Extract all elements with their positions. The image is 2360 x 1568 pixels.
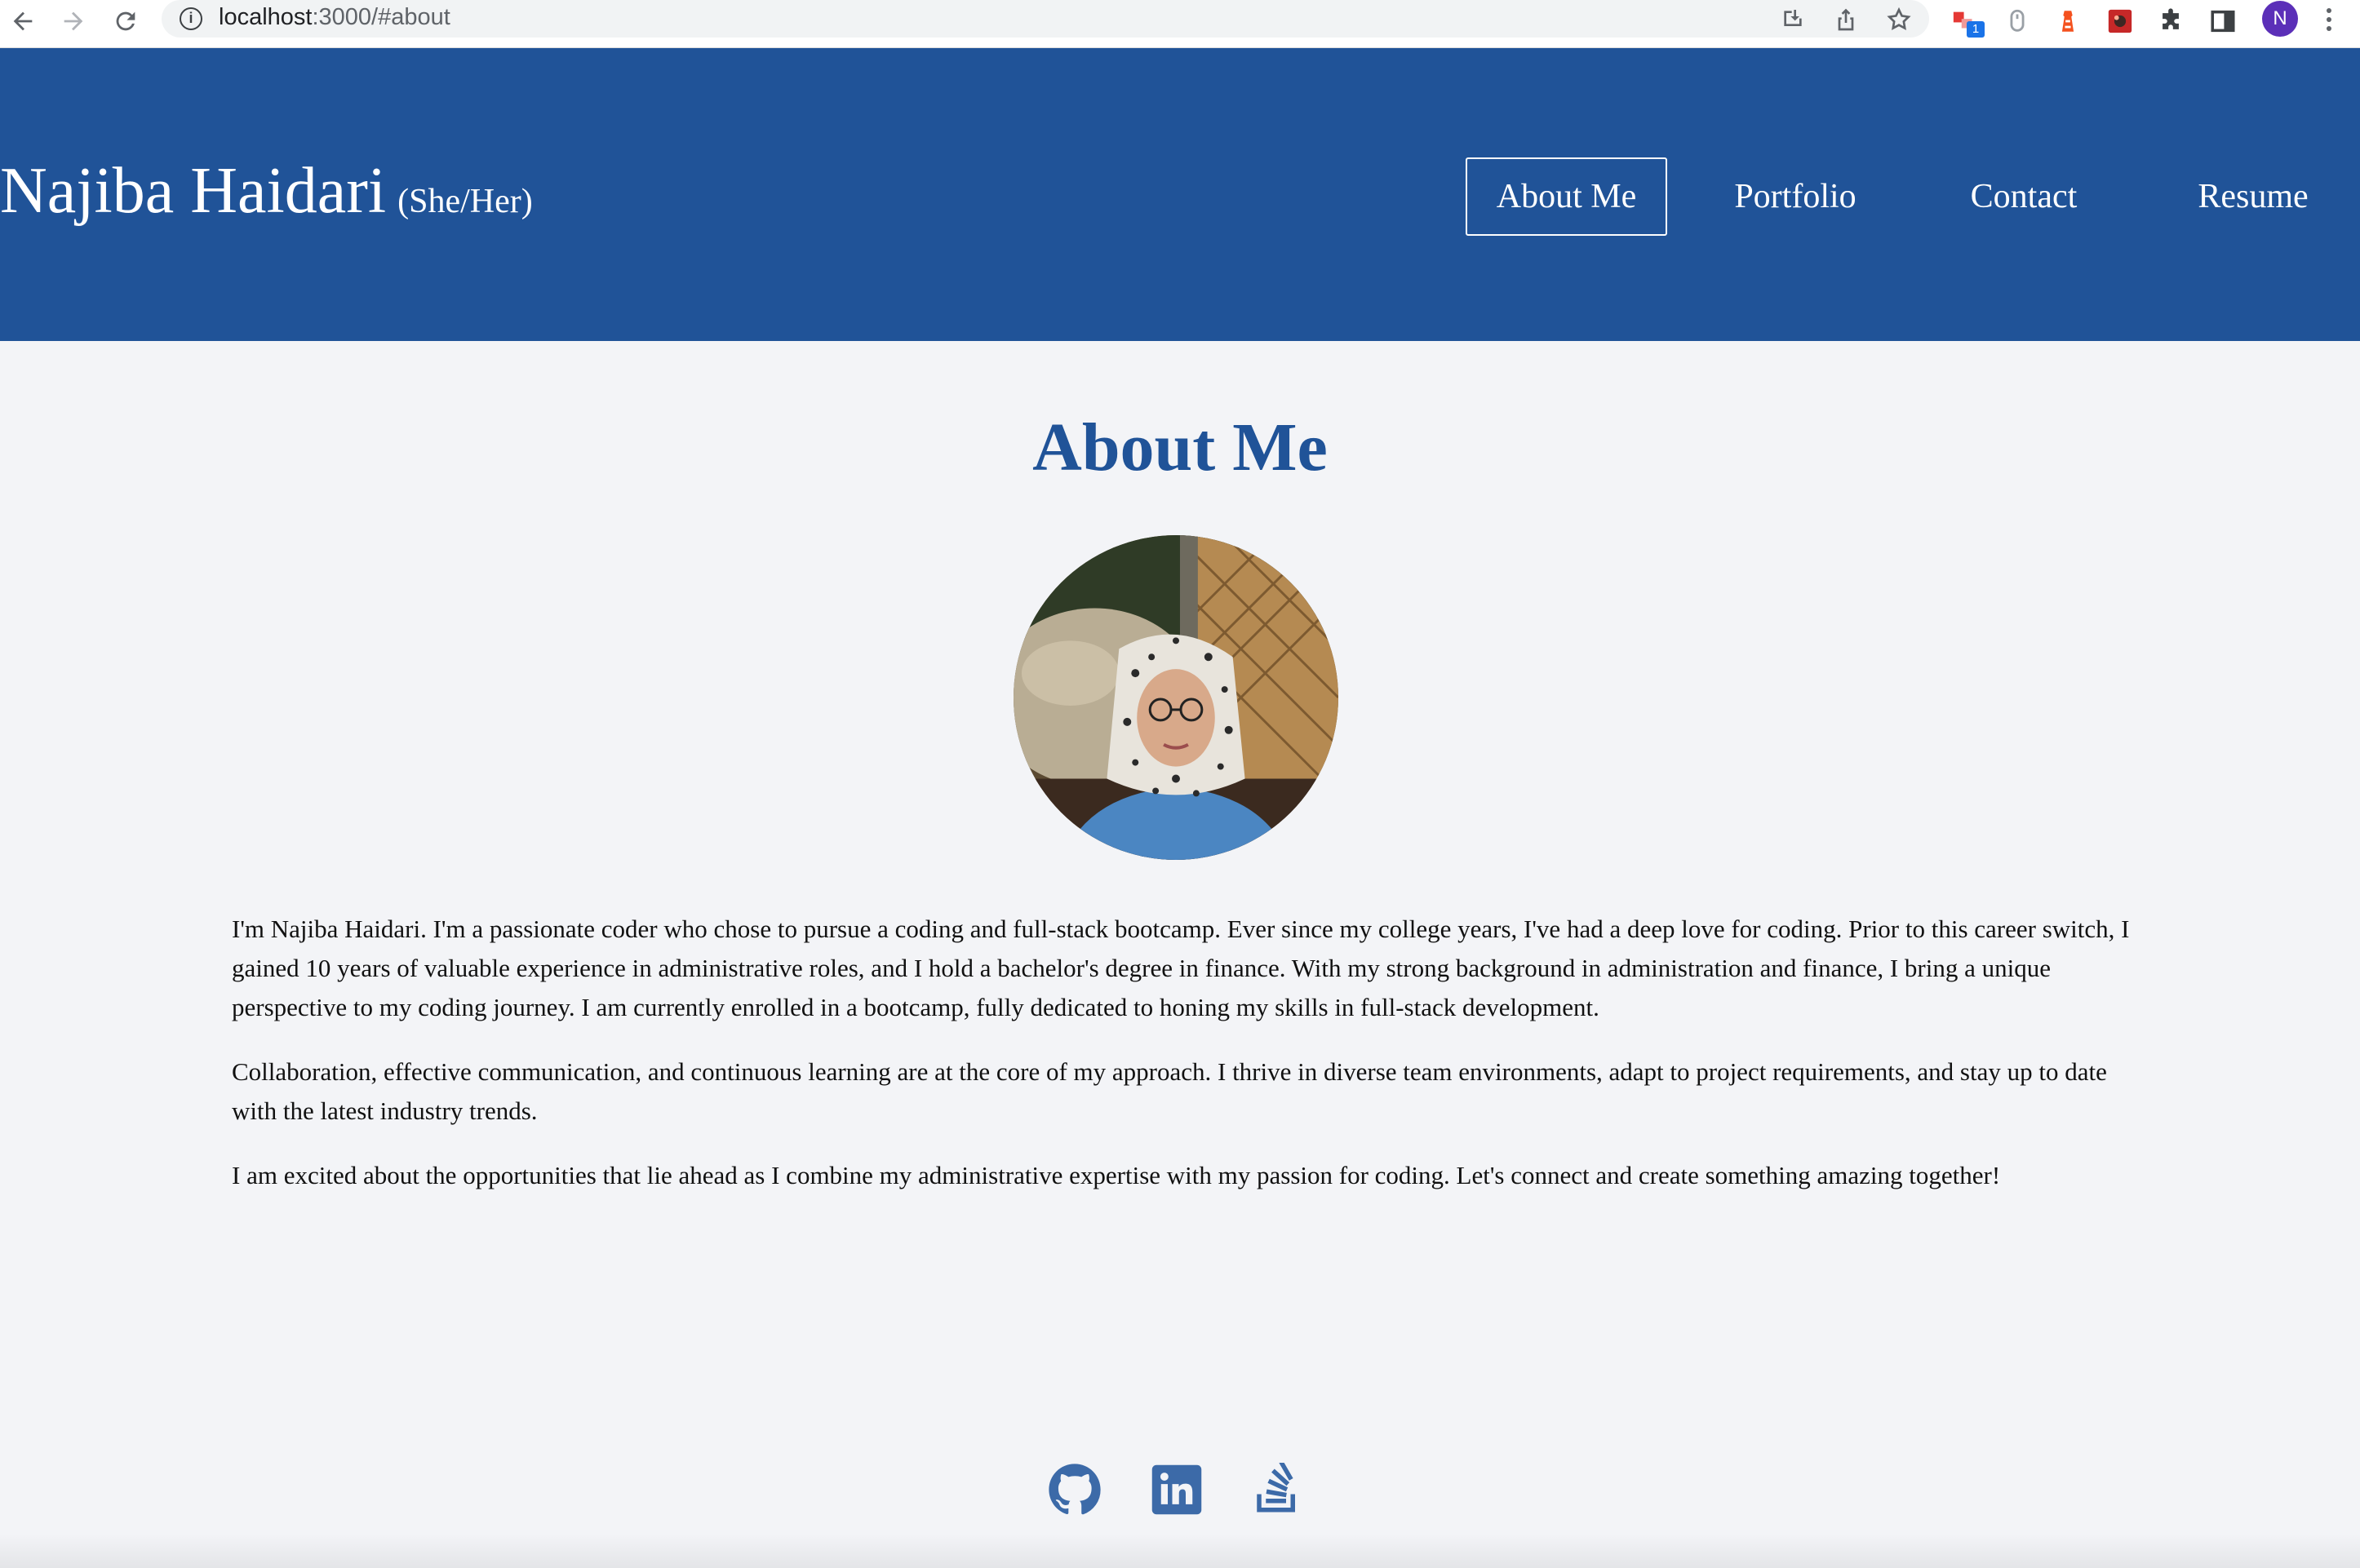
nav-portfolio[interactable]: Portfolio — [1719, 157, 1872, 236]
linkedin-icon[interactable] — [1150, 1463, 1204, 1517]
browser-menu-icon[interactable] — [2314, 3, 2344, 36]
extension-badge: 1 — [1967, 21, 1985, 38]
share-icon[interactable] — [1830, 3, 1862, 36]
bio-paragraph: I am excited about the opportunities tha… — [232, 1161, 2001, 1189]
stackoverflow-icon[interactable] — [1250, 1463, 1304, 1517]
puzzle-icon[interactable] — [2153, 3, 2189, 39]
address-bar[interactable]: i localhost:3000/#about — [162, 0, 1929, 38]
about-heading: About Me — [1032, 410, 1328, 485]
bottom-shadow — [0, 1534, 2360, 1568]
github-icon[interactable] — [1048, 1463, 1102, 1517]
forward-icon[interactable] — [55, 3, 91, 39]
about-bio: I'm Najiba Haidari. I'm a passionate cod… — [232, 910, 2133, 1220]
nav-contact[interactable]: Contact — [1952, 157, 2096, 236]
browser-toolbar: i localhost:3000/#about 1 N — [0, 0, 2360, 48]
bio-paragraph: I'm Najiba Haidari. I'm a passionate cod… — [232, 915, 2130, 1021]
nav-resume[interactable]: Resume — [2180, 157, 2326, 236]
site-name: Najiba Haidari — [0, 155, 387, 227]
lighthouse-icon[interactable] — [2050, 3, 2086, 39]
devtools-extension-icon[interactable] — [2102, 3, 2138, 39]
mouse-extension-icon[interactable] — [1999, 3, 2035, 39]
install-icon[interactable] — [1777, 3, 1809, 36]
reload-icon[interactable] — [108, 3, 144, 39]
bio-paragraph: Collaboration, effective communication, … — [232, 1057, 2107, 1125]
profile-photo — [1014, 535, 1338, 860]
bookmark-star-icon[interactable] — [1883, 3, 1915, 36]
url-text: localhost:3000/#about — [219, 4, 450, 30]
pronouns: (She/Her) — [397, 183, 533, 220]
profile-avatar[interactable]: N — [2262, 1, 2298, 37]
nav-about-me[interactable]: About Me — [1466, 157, 1667, 236]
extension-icon[interactable]: 1 — [1947, 3, 1985, 39]
back-icon[interactable] — [5, 3, 41, 39]
side-panel-icon[interactable] — [2205, 3, 2241, 39]
site-header: Najiba Haidari (She/Her) About Me Portfol… — [0, 48, 2360, 341]
site-brand[interactable]: Najiba Haidari (She/Her) — [0, 158, 533, 224]
site-info-icon[interactable]: i — [180, 7, 202, 30]
